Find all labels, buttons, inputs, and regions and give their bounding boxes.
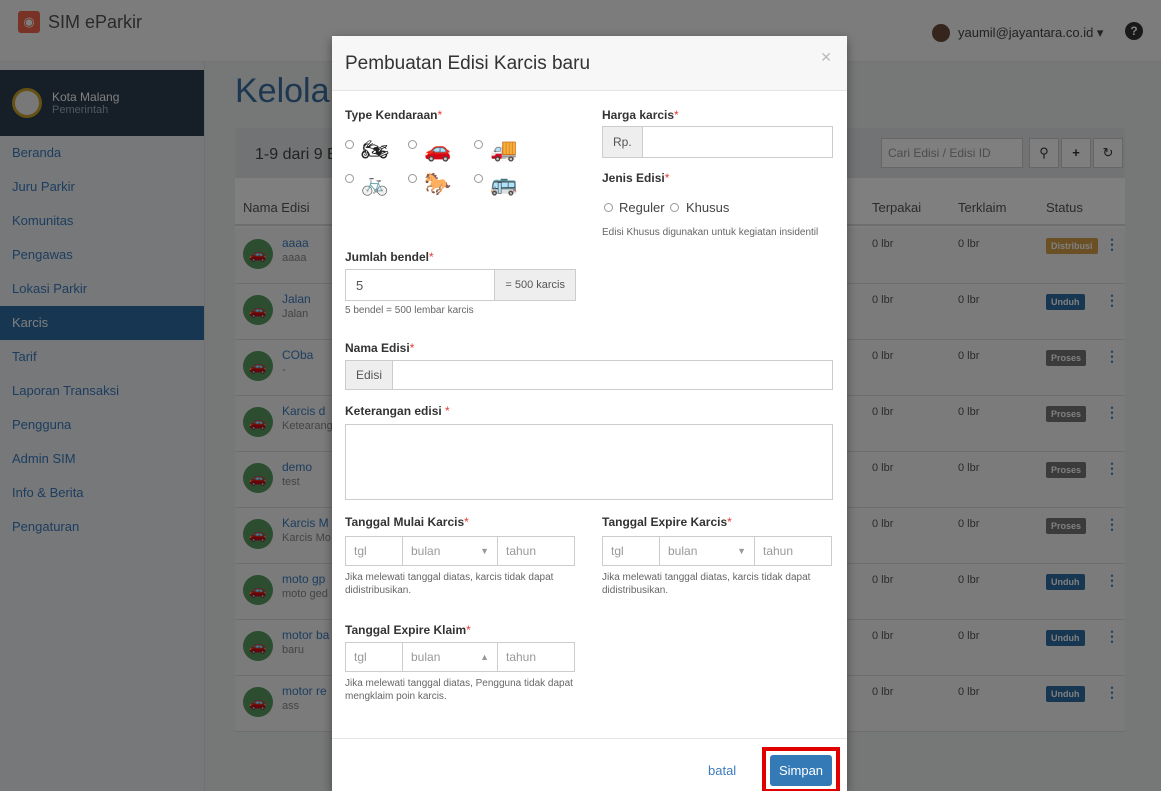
tanggal-mulai-picker: tgl bulan ▼ tahun [345,536,575,566]
radio-bus[interactable] [474,174,483,183]
batal-link[interactable]: batal [708,763,736,778]
harga-input-group: Rp. [602,126,833,158]
tanggal-klaim-picker: tgl bulan ▲ tahun [345,642,575,672]
truck-icon: 🚚 [490,137,518,162]
close-icon[interactable]: ✕ [820,49,832,66]
highlight-box [762,747,840,791]
radio-horse-cart[interactable] [408,174,417,183]
caret-down-icon: ▼ [480,546,489,556]
caret-down-icon: ▼ [737,546,746,556]
car-icon: 🚗 [424,137,452,162]
tgl-input[interactable]: tgl [345,642,403,672]
bicycle-icon: 🚲 [361,171,389,196]
tgl-input[interactable]: tgl [602,536,660,566]
nama-edisi-input[interactable] [393,361,832,389]
bus-icon: 🚌 [490,171,518,196]
modal-header: Pembuatan Edisi Karcis baru ✕ [332,36,847,91]
jenis-edisi-label: Jenis Edisi* [602,171,670,185]
tanggal-mulai-label: Tanggal Mulai Karcis* [345,515,469,529]
tahun-input[interactable]: tahun [497,536,575,566]
radio-reguler[interactable] [604,203,613,212]
khusus-label: Khusus [686,200,730,215]
jenis-hint: Edisi Khusus digunakan untuk kegiatan in… [602,227,819,238]
bulan-select[interactable]: bulan ▼ [402,536,498,566]
nama-edisi-input-group: Edisi [345,360,833,390]
reguler-label: Reguler [619,200,665,215]
bendel-input[interactable]: 5 [346,270,494,300]
nama-edisi-label: Nama Edisi* [345,341,415,355]
radio-khusus[interactable] [670,203,679,212]
harga-label: Harga karcis* [602,108,679,122]
tanggal-expire-picker: tgl bulan ▼ tahun [602,536,832,566]
radio-bicycle[interactable] [345,174,354,183]
bulan-select[interactable]: bulan ▲ [402,642,498,672]
radio-motorcycle[interactable] [345,140,354,149]
horse-cart-icon: 🐎 [424,171,452,196]
bendel-label: Jumlah bendel* [345,250,434,264]
caret-up-icon: ▲ [480,652,489,662]
tahun-input[interactable]: tahun [497,642,575,672]
radio-car[interactable] [408,140,417,149]
tanggal-expire-label: Tanggal Expire Karcis* [602,515,732,529]
klaim-hint: Jika melewati tanggal diatas, Pengguna t… [345,678,573,702]
bendel-input-group: 5 = 500 karcis [345,269,576,301]
keterangan-textarea[interactable] [345,424,833,500]
expire-hint: Jika melewati tanggal diatas, karcis tid… [602,572,811,596]
tgl-input[interactable]: tgl [345,536,403,566]
karcis-total-addon: = 500 karcis [494,270,575,300]
create-edition-modal: Pembuatan Edisi Karcis baru ✕ Type Kenda… [332,36,847,791]
modal-footer: batal Simpan [332,738,847,791]
modal-title: Pembuatan Edisi Karcis baru [345,53,591,74]
keterangan-label: Keterangan edisi * [345,404,450,418]
rupiah-addon: Rp. [603,127,643,157]
radio-truck[interactable] [474,140,483,149]
mulai-hint: Jika melewati tanggal diatas, karcis tid… [345,572,554,596]
bulan-select[interactable]: bulan ▼ [659,536,755,566]
bendel-hint: 5 bendel = 500 lembar karcis [345,305,474,316]
type-kendaraan-label: Type Kendaraan* [345,108,443,122]
tanggal-klaim-label: Tanggal Expire Klaim* [345,623,471,637]
tahun-input[interactable]: tahun [754,536,832,566]
edisi-addon: Edisi [346,361,394,389]
harga-input[interactable] [643,127,832,157]
motorcycle-icon: 🏍 [361,137,389,162]
